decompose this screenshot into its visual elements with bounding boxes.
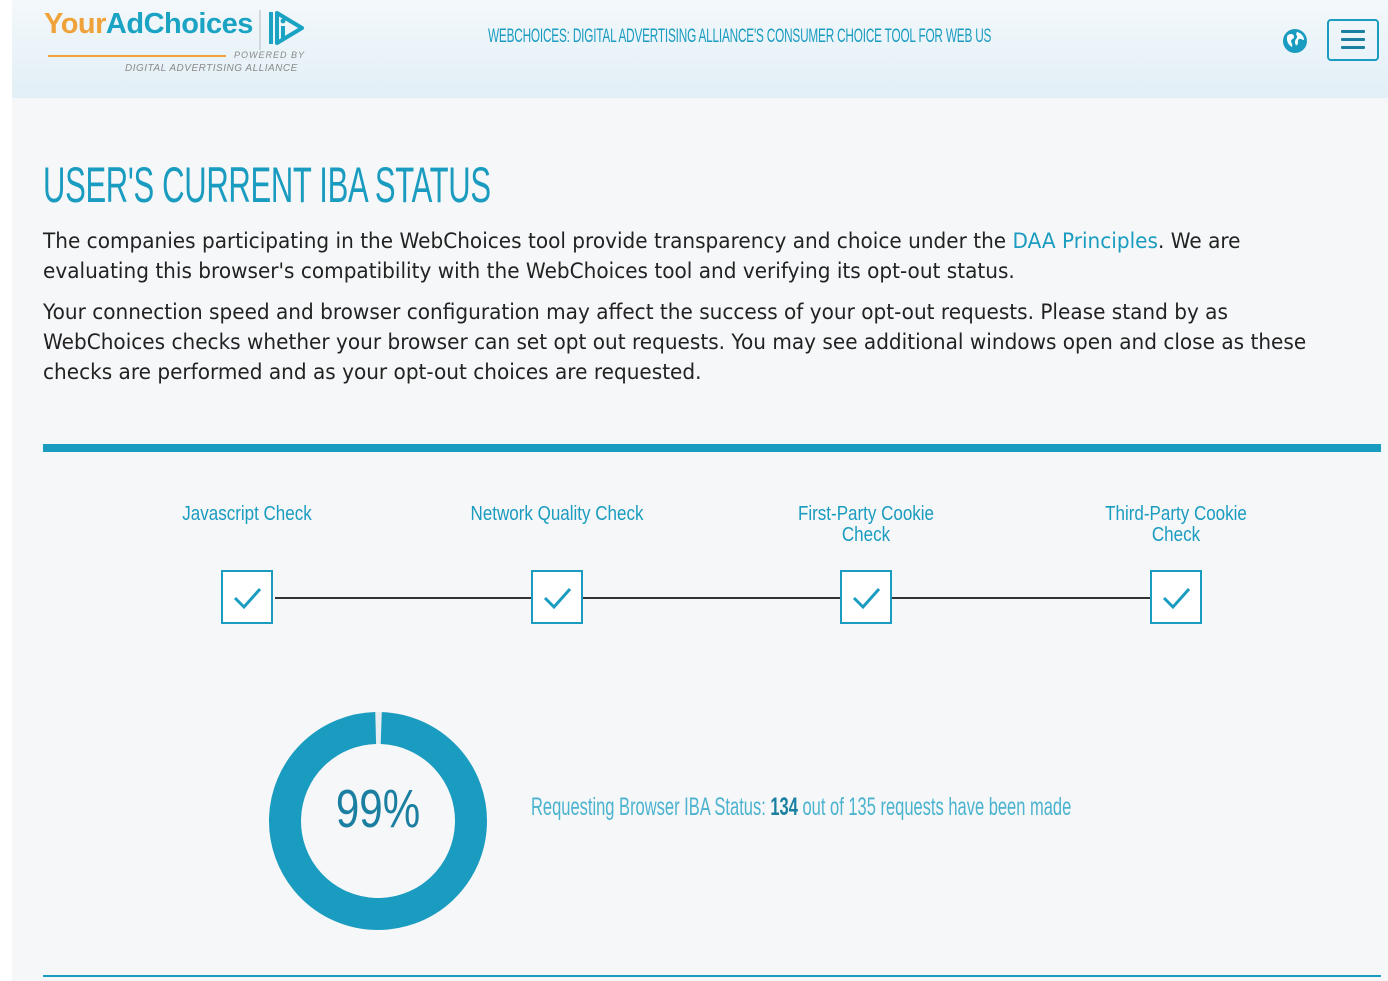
site-header: YourAdChoices POWERED BY DIGITAL ADVERTI… bbox=[12, 0, 1388, 98]
page: YourAdChoices POWERED BY DIGITAL ADVERTI… bbox=[12, 0, 1388, 981]
logo-divider bbox=[259, 10, 261, 50]
first-party-cookie-check-status bbox=[840, 570, 892, 624]
intro-paragraph: The companies participating in the WebCh… bbox=[43, 226, 1313, 286]
globe-icon[interactable] bbox=[1282, 28, 1308, 54]
header-title: WEBCHOICES: DIGITAL ADVERTISING ALLIANCE… bbox=[488, 26, 992, 47]
daa-principles-link[interactable]: DAA Principles bbox=[1013, 229, 1158, 253]
hamburger-menu-bar bbox=[1341, 38, 1365, 41]
logo-alliance-name: DIGITAL ADVERTISING ALLIANCE bbox=[125, 63, 298, 74]
progress-connector-line bbox=[275, 597, 1151, 599]
checkmark-icon bbox=[852, 588, 881, 610]
checkmark-icon bbox=[1162, 588, 1191, 610]
intro-text-start: The companies participating in the WebCh… bbox=[43, 229, 1013, 253]
third-party-cookie-check-status bbox=[1150, 570, 1202, 624]
page-title: USER'S CURRENT IBA STATUS bbox=[43, 157, 491, 213]
javascript-check-status bbox=[221, 570, 273, 624]
adchoices-icon bbox=[269, 11, 304, 45]
hamburger-menu-icon bbox=[1341, 30, 1365, 33]
logo-powered-by: POWERED BY bbox=[234, 50, 306, 60]
step-label-first-party: First-Party Cookie Check bbox=[797, 503, 935, 546]
step-label-network: Network Quality Check bbox=[470, 503, 644, 525]
hamburger-menu-bar bbox=[1341, 46, 1365, 49]
step-label-third-party: Third-Party Cookie Check bbox=[1105, 503, 1247, 546]
logo-wordmark: YourAdChoices bbox=[44, 8, 253, 40]
section-divider bbox=[43, 444, 1381, 452]
request-status-suffix: out of 135 requests have been made bbox=[797, 793, 1072, 821]
youradchoices-logo[interactable]: YourAdChoices POWERED BY DIGITAL ADVERTI… bbox=[44, 6, 314, 80]
checkmark-icon bbox=[543, 588, 572, 610]
request-status-prefix: Requesting Browser IBA Status: bbox=[531, 793, 771, 821]
network-check-status bbox=[531, 570, 583, 624]
bottom-divider bbox=[43, 975, 1381, 977]
logo-underline bbox=[48, 55, 226, 57]
standby-paragraph: Your connection speed and browser config… bbox=[43, 300, 1307, 384]
checkmark-icon bbox=[233, 588, 262, 610]
request-status-text: Requesting Browser IBA Status: 134 out o… bbox=[531, 793, 1071, 822]
menu-button[interactable] bbox=[1327, 19, 1379, 61]
step-label-javascript: Javascript Check bbox=[182, 503, 312, 525]
requests-made-count: 134 bbox=[770, 793, 798, 821]
progress-percent: 99% bbox=[335, 779, 421, 839]
